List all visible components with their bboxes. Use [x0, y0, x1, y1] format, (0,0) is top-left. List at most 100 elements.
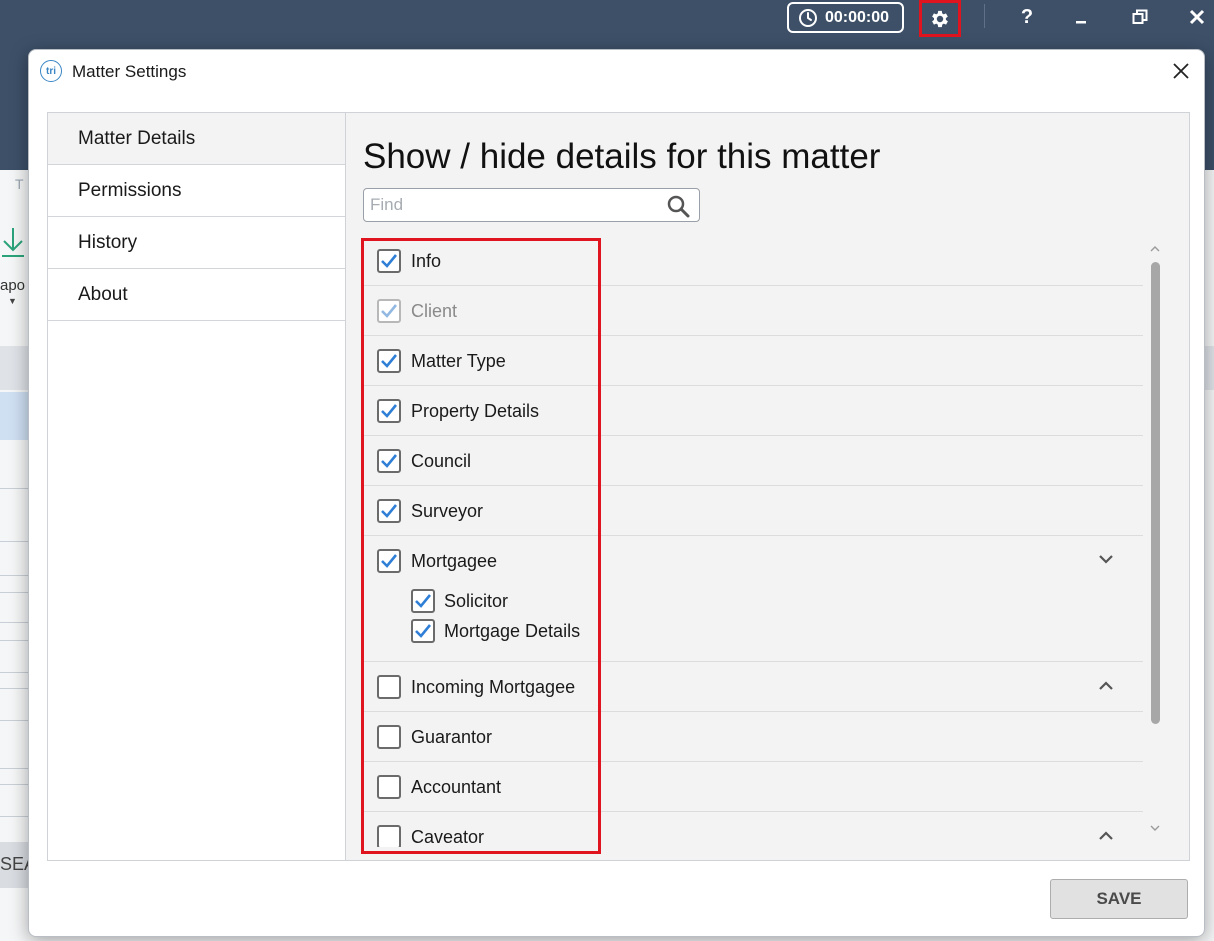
- list-item-client: Client: [362, 286, 1144, 336]
- background-import-label: apo: [0, 277, 26, 294]
- list-item-label: Property Details: [411, 401, 540, 421]
- list-item-label: Surveyor: [411, 501, 484, 521]
- find-input[interactable]: [364, 189, 654, 221]
- background-divider: [0, 488, 28, 489]
- checkbox-mortgagee[interactable]: [377, 549, 401, 573]
- minimize-icon: [1076, 21, 1086, 24]
- checkbox-mortgage-details[interactable]: [411, 619, 435, 643]
- titlebar-separator: [984, 4, 985, 28]
- settings-button[interactable]: [919, 0, 961, 37]
- check-icon: [415, 624, 432, 638]
- list-item-accountant: Accountant: [362, 762, 1144, 812]
- caret-down-icon: ▼: [8, 296, 17, 306]
- list-item-caveator: Caveator: [362, 812, 1144, 847]
- background-row: [1205, 346, 1214, 390]
- scroll-up-icon[interactable]: [1149, 243, 1161, 255]
- check-icon: [381, 454, 398, 468]
- sub-item-label: Solicitor: [444, 591, 509, 611]
- list-item-info: Info: [362, 238, 1144, 286]
- details-list: Info Client Matter Type Property Details…: [362, 238, 1144, 847]
- checkbox-accountant[interactable]: [377, 775, 401, 799]
- list-item-label: Matter Type: [411, 351, 506, 371]
- background-divider: [0, 688, 28, 689]
- gear-icon: [932, 10, 948, 27]
- chevron-up-icon[interactable]: [1096, 826, 1116, 846]
- check-icon: [381, 354, 398, 368]
- list-item-guarantor: Guarantor: [362, 712, 1144, 762]
- checkbox-matter-type[interactable]: [377, 349, 401, 373]
- list-item-incoming-mortgagee: Incoming Mortgagee: [362, 662, 1144, 712]
- nav-item-label: Matter Details: [78, 127, 196, 149]
- background-divider: [0, 768, 28, 769]
- list-item-property-details: Property Details: [362, 386, 1144, 436]
- checkbox-incoming-mortgagee[interactable]: [377, 675, 401, 699]
- background-tab-letter: T: [15, 176, 24, 192]
- list-item-matter-type: Matter Type: [362, 336, 1144, 386]
- sub-item-label: Mortgage Details: [444, 621, 581, 641]
- chevron-down-icon[interactable]: [1096, 549, 1116, 569]
- checkbox-client: [377, 299, 401, 323]
- find-box: [363, 188, 700, 222]
- check-icon: [381, 554, 398, 568]
- check-icon: [381, 404, 398, 418]
- dialog-close-icon[interactable]: [1170, 60, 1192, 82]
- list-item-label: Client: [411, 301, 458, 321]
- scrollbar-thumb[interactable]: [1151, 262, 1160, 724]
- checkbox-property-details[interactable]: [377, 399, 401, 423]
- nav-item-matter-details[interactable]: Matter Details: [48, 113, 345, 165]
- app-logo-text: tri: [46, 65, 56, 77]
- background-divider: [0, 784, 28, 785]
- check-icon: [415, 594, 432, 608]
- list-item-council: Council: [362, 436, 1144, 486]
- download-icon[interactable]: [0, 226, 26, 260]
- nav-item-label: About: [78, 283, 128, 305]
- list-item-label: Info: [411, 251, 442, 271]
- help-icon: ?: [1020, 5, 1034, 28]
- list-item-label: Council: [411, 451, 472, 471]
- checkbox-caveator[interactable]: [377, 825, 401, 847]
- app-close-button[interactable]: [1177, 0, 1214, 34]
- timer-button[interactable]: 00:00:00: [787, 2, 904, 33]
- background-divider: [0, 816, 28, 817]
- checkbox-info[interactable]: [377, 249, 401, 273]
- search-icon[interactable]: [666, 194, 690, 218]
- minimize-button[interactable]: [1061, 0, 1101, 34]
- panel-title: Show / hide details for this matter: [363, 137, 881, 176]
- nav-item-history[interactable]: History: [48, 217, 345, 269]
- list-item-label: Incoming Mortgagee: [411, 677, 576, 697]
- check-icon: [381, 254, 398, 268]
- restore-icon: [1132, 9, 1148, 24]
- background-right-strip: [1205, 170, 1214, 941]
- restore-button[interactable]: [1120, 0, 1160, 34]
- list-item-label: Guarantor: [411, 727, 493, 747]
- list-item-label: Mortgagee: [411, 551, 498, 571]
- details-panel: Show / hide details for this matter Info…: [346, 113, 1189, 860]
- nav-item-label: Permissions: [78, 179, 182, 201]
- checkbox-surveyor[interactable]: [377, 499, 401, 523]
- timer-text: 00:00:00: [825, 8, 890, 26]
- dialog-titlebar: tri Matter Settings: [29, 50, 1204, 94]
- app-logo-icon: tri: [40, 60, 62, 82]
- checkbox-guarantor[interactable]: [377, 725, 401, 749]
- list-item-label: Accountant: [411, 777, 502, 797]
- scroll-down-icon[interactable]: [1149, 822, 1161, 834]
- matter-settings-dialog: tri Matter Settings Matter Details Permi…: [28, 49, 1205, 937]
- background-search-button[interactable]: SEA: [0, 842, 28, 888]
- nav-item-permissions[interactable]: Permissions: [48, 165, 345, 217]
- background-row: [0, 346, 28, 390]
- background-divider: [0, 541, 28, 542]
- check-icon: [381, 504, 398, 518]
- checkbox-solicitor[interactable]: [411, 589, 435, 613]
- nav-item-about[interactable]: About: [48, 269, 345, 321]
- chevron-up-icon[interactable]: [1096, 676, 1116, 696]
- save-button[interactable]: SAVE: [1050, 879, 1188, 919]
- background-row-selected: [0, 392, 28, 440]
- check-icon: [381, 304, 398, 318]
- help-button[interactable]: ?: [1007, 0, 1047, 34]
- background-divider: [0, 592, 28, 593]
- nav-item-label: History: [78, 231, 138, 253]
- list-item-label: Caveator: [411, 827, 485, 847]
- dialog-title: Matter Settings: [72, 62, 187, 81]
- list-item-surveyor: Surveyor: [362, 486, 1144, 536]
- checkbox-council[interactable]: [377, 449, 401, 473]
